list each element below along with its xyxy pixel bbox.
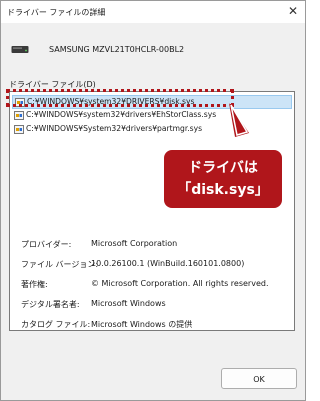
window-title: ドライバー ファイルの詳細 [7,8,106,17]
callout-annotation: ドライバは 「disk.sys」 [164,150,282,208]
driver-file-icon [14,124,24,134]
ok-button[interactable]: OK [221,368,297,389]
provider-value: Microsoft Corporation [91,239,178,248]
catalog-file-label: カタログ ファイル: [21,320,91,329]
callout-line-1: ドライバは [188,160,258,176]
device-name: SAMSUNG MZVL21T0HCLR-00BL2 [49,45,185,54]
file-version-label: ファイル バージョン: [21,260,99,269]
close-icon[interactable]: ✕ [283,3,303,19]
provider-label: プロバイダー: [21,240,72,249]
digital-signer-value: Microsoft Windows [91,299,166,308]
catalog-file-value: Microsoft Windows の提供 [91,320,193,329]
callout-line-2: 「disk.sys」 [177,182,269,198]
file-path: C:¥WINDOWS¥System32¥drivers¥partmgr.sys [26,124,203,133]
drive-icon [11,46,29,53]
file-version-value: 10.0.26100.1 (WinBuild.160101.0800) [91,259,245,268]
file-path: C:¥WINDOWS¥system32¥drivers¥EhStorClass.… [26,110,217,119]
driver-file-icon [14,110,24,120]
copyright-label: 著作権: [21,280,48,289]
title-bar: ドライバー ファイルの詳細 ✕ [1,1,305,23]
highlight-annotation-box [6,89,234,107]
copyright-value: © Microsoft Corporation. All rights rese… [91,279,269,288]
callout-pointer-arrow [229,103,249,137]
driver-file-details-dialog: ドライバー ファイルの詳細 ✕ SAMSUNG MZVL21T0HCLR-00B… [0,0,306,401]
digital-signer-label: デジタル署名者: [21,300,80,309]
